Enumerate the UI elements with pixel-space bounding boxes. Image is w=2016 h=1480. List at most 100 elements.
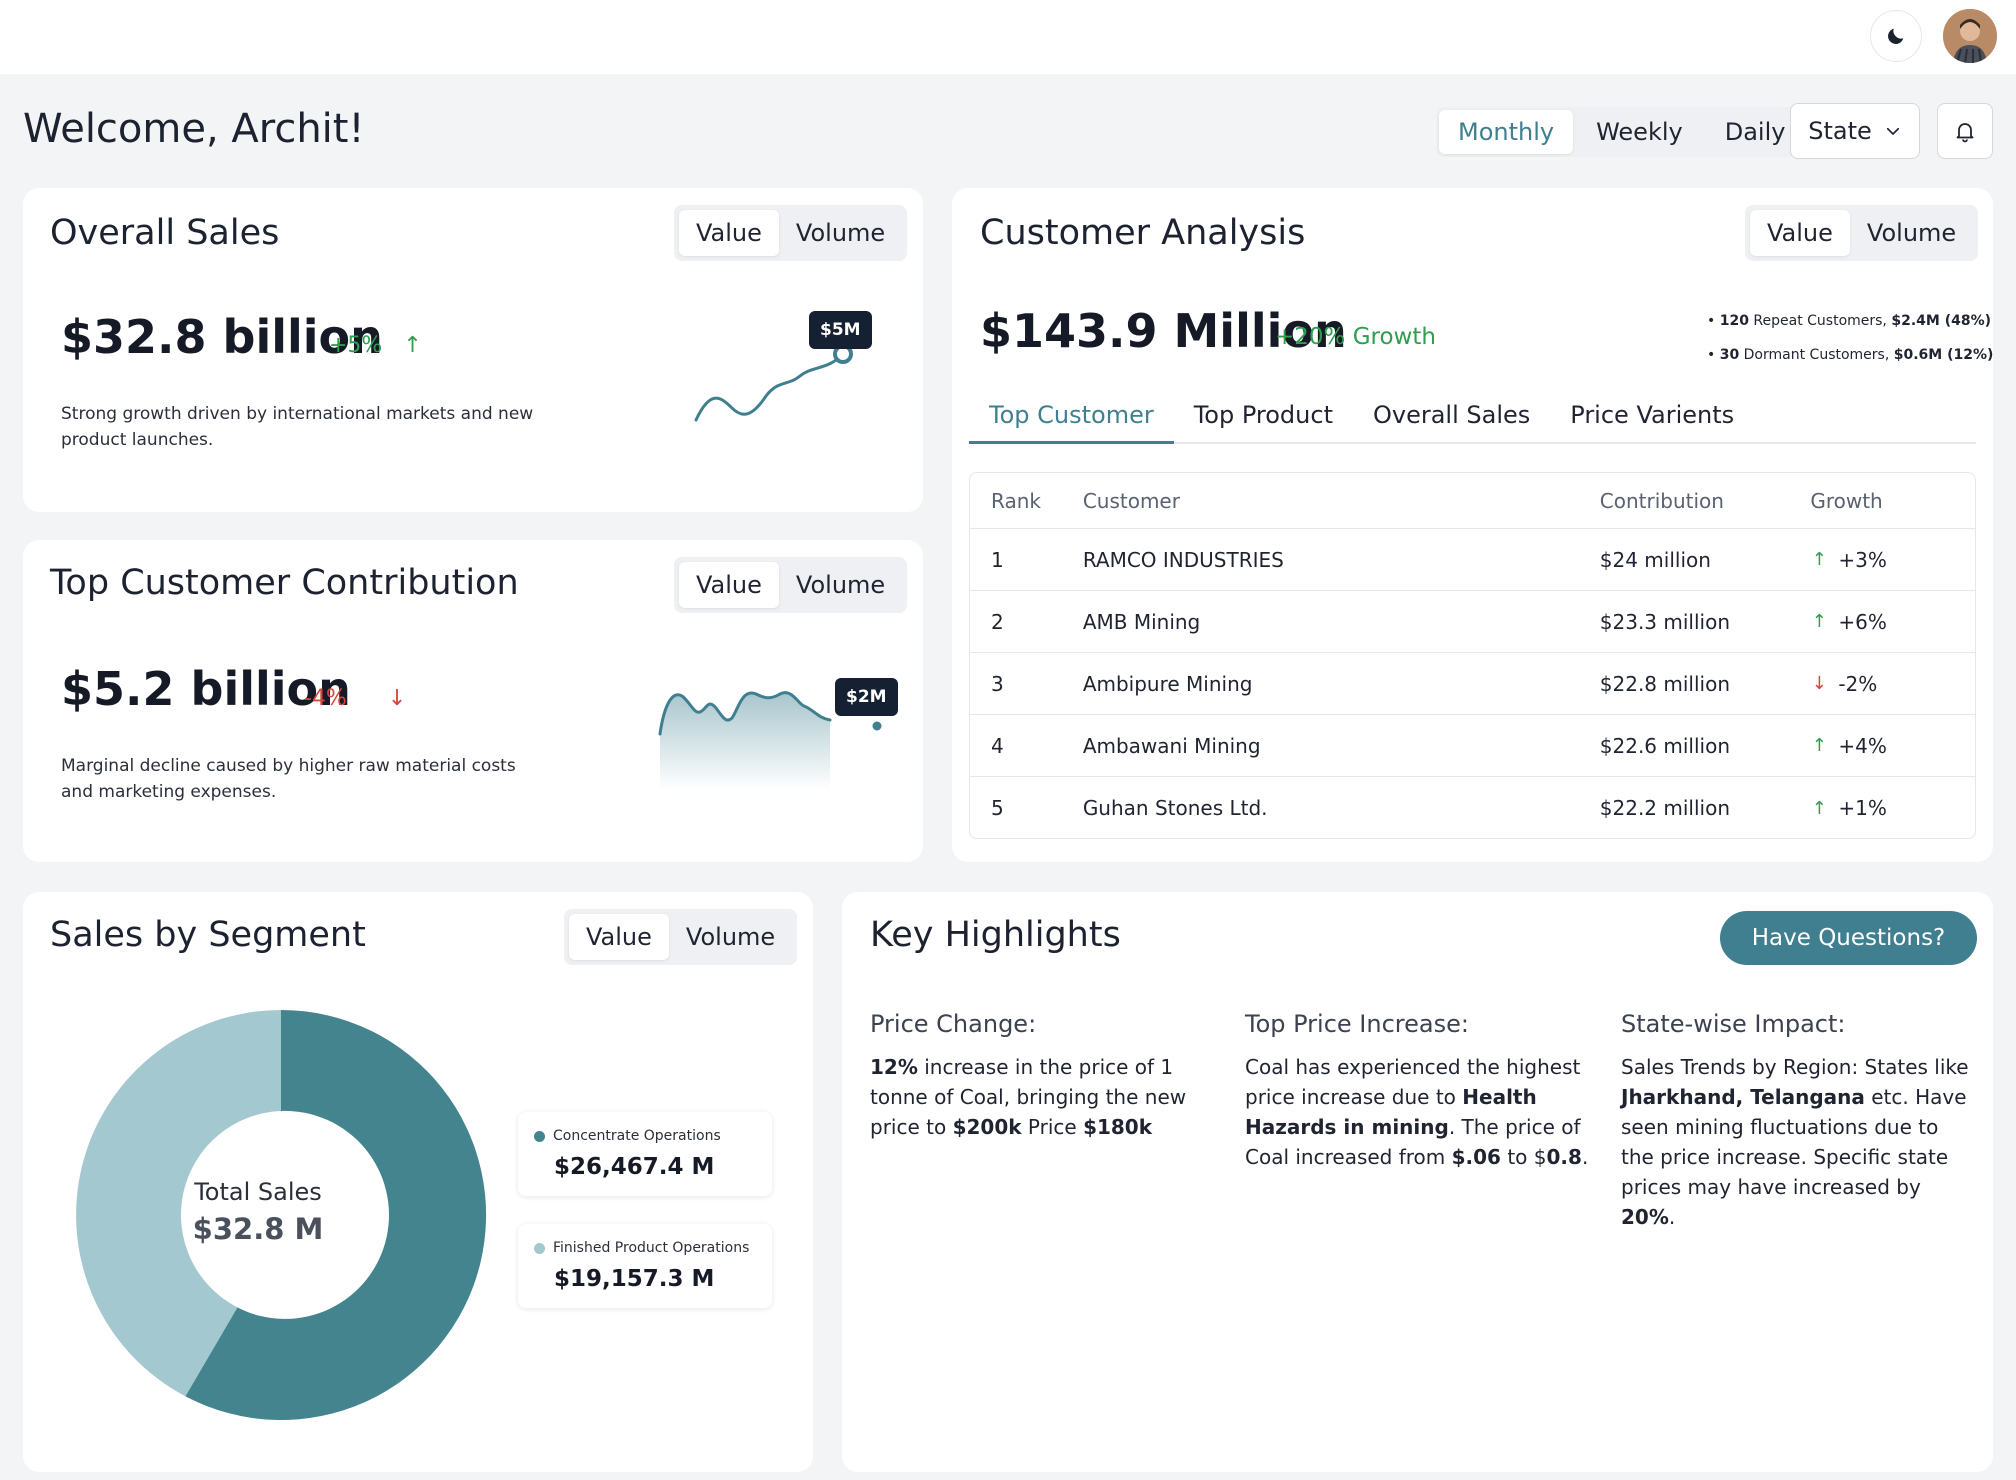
top-customer-contribution-title: Top Customer Contribution — [50, 563, 519, 603]
overall-sales-delta: +5% ↑ — [329, 333, 422, 358]
top-bar — [0, 0, 2016, 74]
tab-top-product[interactable]: Top Product — [1174, 396, 1353, 444]
repeat-count: 120 — [1719, 313, 1749, 329]
customer-notes: • 120 Repeat Customers, $2.4M (48%) • 30… — [1707, 304, 1993, 372]
overall-sales-title: Overall Sales — [50, 213, 280, 253]
customer-analysis-tabs: Top Customer Top Product Overall Sales P… — [969, 396, 1976, 444]
segment-legend-finished[interactable]: Finished Product Operations $19,157.3 M — [518, 1224, 772, 1308]
growth-value: +4% — [1838, 733, 1887, 758]
volume-toggle[interactable]: Volume — [1850, 210, 1973, 256]
cell-growth: ↑ +1% — [1810, 796, 1975, 820]
table-row[interactable]: 3 Ambipure Mining $22.8 million ↓ -2% — [970, 653, 1975, 715]
table-header: Rank Customer Contribution Growth — [970, 473, 1975, 529]
volume-toggle[interactable]: Volume — [669, 914, 792, 960]
value-toggle[interactable]: Value — [569, 914, 669, 960]
cell-growth: ↑ +4% — [1810, 734, 1975, 758]
cell-rank: 3 — [991, 671, 1004, 696]
have-questions-button[interactable]: Have Questions? — [1720, 911, 1977, 965]
cell-contribution: $23.3 million — [1599, 609, 1730, 634]
growth-value: -2% — [1838, 671, 1878, 696]
sales-by-segment-toggle: Value Volume — [564, 909, 798, 965]
cell-rank: 1 — [991, 547, 1004, 572]
highlight-title: Price Change: — [870, 1010, 1037, 1038]
table-row[interactable]: 4 Ambawani Mining $22.6 million ↑ +4% — [970, 715, 1975, 777]
table-row[interactable]: 5 Guhan Stones Ltd. $22.2 million ↑ +1% — [970, 777, 1975, 838]
moon-icon — [1888, 28, 1904, 44]
cell-contribution: $22.8 million — [1599, 671, 1730, 696]
highlight-state-wise-impact: State-wise Impact: Sales Trends by Regio… — [1621, 1010, 1973, 1232]
volume-toggle[interactable]: Volume — [779, 562, 902, 608]
sales-by-segment-title: Sales by Segment — [50, 915, 366, 955]
notifications-button[interactable] — [1937, 103, 1993, 159]
segment-value: $19,157.3 M — [554, 1266, 715, 1292]
header-contribution[interactable]: Contribution — [1600, 489, 1811, 513]
arrow-up-icon: ↑ — [1811, 797, 1827, 819]
top-customer-toggle: Value Volume — [674, 557, 908, 613]
period-selector: Monthly Weekly Daily — [1436, 107, 1808, 157]
highlight-title: Top Price Increase: — [1245, 1010, 1469, 1038]
page-title: Welcome, Archit! — [23, 106, 365, 152]
period-monthly[interactable]: Monthly — [1439, 110, 1574, 154]
highlight-body: Sales Trends by Region: States like Jhar… — [1621, 1055, 1969, 1229]
theme-toggle-button[interactable] — [1870, 10, 1922, 62]
cell-customer: Ambawani Mining — [1082, 733, 1261, 758]
segment-label: Finished Product Operations — [553, 1240, 750, 1256]
cell-contribution: $22.2 million — [1599, 796, 1730, 820]
arrow-down-icon: ↓ — [387, 686, 407, 711]
highlight-price-change: Price Change: 12% increase in the price … — [870, 1010, 1220, 1142]
overall-sales-description: Strong growth driven by international ma… — [61, 404, 534, 450]
avatar-image — [1943, 9, 1997, 63]
arrow-down-icon: ↓ — [1811, 673, 1827, 694]
header-rank[interactable]: Rank — [970, 489, 1083, 513]
growth-value: +1% — [1838, 796, 1887, 820]
tab-top-customer[interactable]: Top Customer — [969, 396, 1174, 444]
table-row[interactable]: 2 AMB Mining $23.3 million ↑ +6% — [970, 591, 1975, 653]
cell-customer: Guhan Stones Ltd. — [1082, 796, 1268, 820]
value-toggle[interactable]: Value — [679, 210, 779, 256]
cell-rank: 4 — [991, 733, 1004, 758]
segment-name: Concentrate Operations — [534, 1128, 721, 1144]
highlight-title: State-wise Impact: — [1621, 1010, 1846, 1038]
bell-icon — [1956, 123, 1974, 143]
highlight-body: Coal has experienced the highest price i… — [1245, 1055, 1589, 1169]
top-customer-delta-text: -4% — [304, 686, 347, 711]
top-customer-point — [869, 718, 885, 734]
arrow-up-icon: ↑ — [1811, 549, 1827, 570]
state-dropdown[interactable]: State — [1790, 103, 1920, 159]
top-customer-contribution-description: Marginal decline caused by higher raw ma… — [61, 756, 516, 802]
growth-value: +3% — [1838, 547, 1887, 572]
header-growth[interactable]: Growth — [1810, 489, 1975, 513]
cell-contribution: $22.6 million — [1599, 733, 1730, 758]
segment-legend-concentrate[interactable]: Concentrate Operations $26,467.4 M — [518, 1112, 772, 1196]
tab-price-varients[interactable]: Price Varients — [1550, 396, 1754, 444]
chevron-down-icon — [1886, 127, 1899, 135]
avatar[interactable] — [1943, 9, 1997, 63]
repeat-customers-note: • 120 Repeat Customers, $2.4M (48%) — [1707, 313, 1991, 329]
state-dropdown-label: State — [1808, 117, 1872, 145]
overall-sales-toggle: Value Volume — [674, 205, 908, 261]
segment-label: Concentrate Operations — [553, 1128, 721, 1144]
tab-overall-sales[interactable]: Overall Sales — [1353, 396, 1550, 444]
dormant-customers-note: • 30 Dormant Customers, $0.6M (12%) — [1707, 347, 1994, 363]
top-customer-tooltip: $2M — [835, 678, 898, 716]
cell-rank: 2 — [991, 609, 1004, 634]
volume-toggle[interactable]: Volume — [779, 210, 902, 256]
cell-customer: RAMCO INDUSTRIES — [1082, 547, 1284, 572]
top-customer-table: Rank Customer Contribution Growth 1 RAMC… — [969, 472, 1976, 839]
dormant-amount: $0.6M (12%) — [1893, 347, 1994, 363]
customer-analysis-toggle: Value Volume — [1745, 205, 1979, 261]
period-weekly[interactable]: Weekly — [1577, 110, 1702, 154]
cell-growth: ↑ +3% — [1810, 548, 1975, 572]
cell-customer: AMB Mining — [1082, 609, 1201, 634]
header-customer[interactable]: Customer — [1083, 489, 1600, 513]
overall-sales-delta-text: +5% — [329, 333, 383, 358]
value-toggle[interactable]: Value — [679, 562, 779, 608]
value-toggle[interactable]: Value — [1750, 210, 1850, 256]
dormant-text: Dormant Customers, — [1743, 347, 1890, 363]
table-row[interactable]: 1 RAMCO INDUSTRIES $24 million ↑ +3% — [970, 529, 1975, 591]
highlight-body: 12% increase in the price of 1 tonne of … — [870, 1055, 1187, 1139]
dormant-count: 30 — [1719, 347, 1740, 363]
donut-center-value: $32.8 M — [192, 1212, 324, 1246]
customer-analysis-title: Customer Analysis — [980, 213, 1306, 253]
top-customer-contribution-delta: -4% ↓ — [304, 686, 406, 711]
